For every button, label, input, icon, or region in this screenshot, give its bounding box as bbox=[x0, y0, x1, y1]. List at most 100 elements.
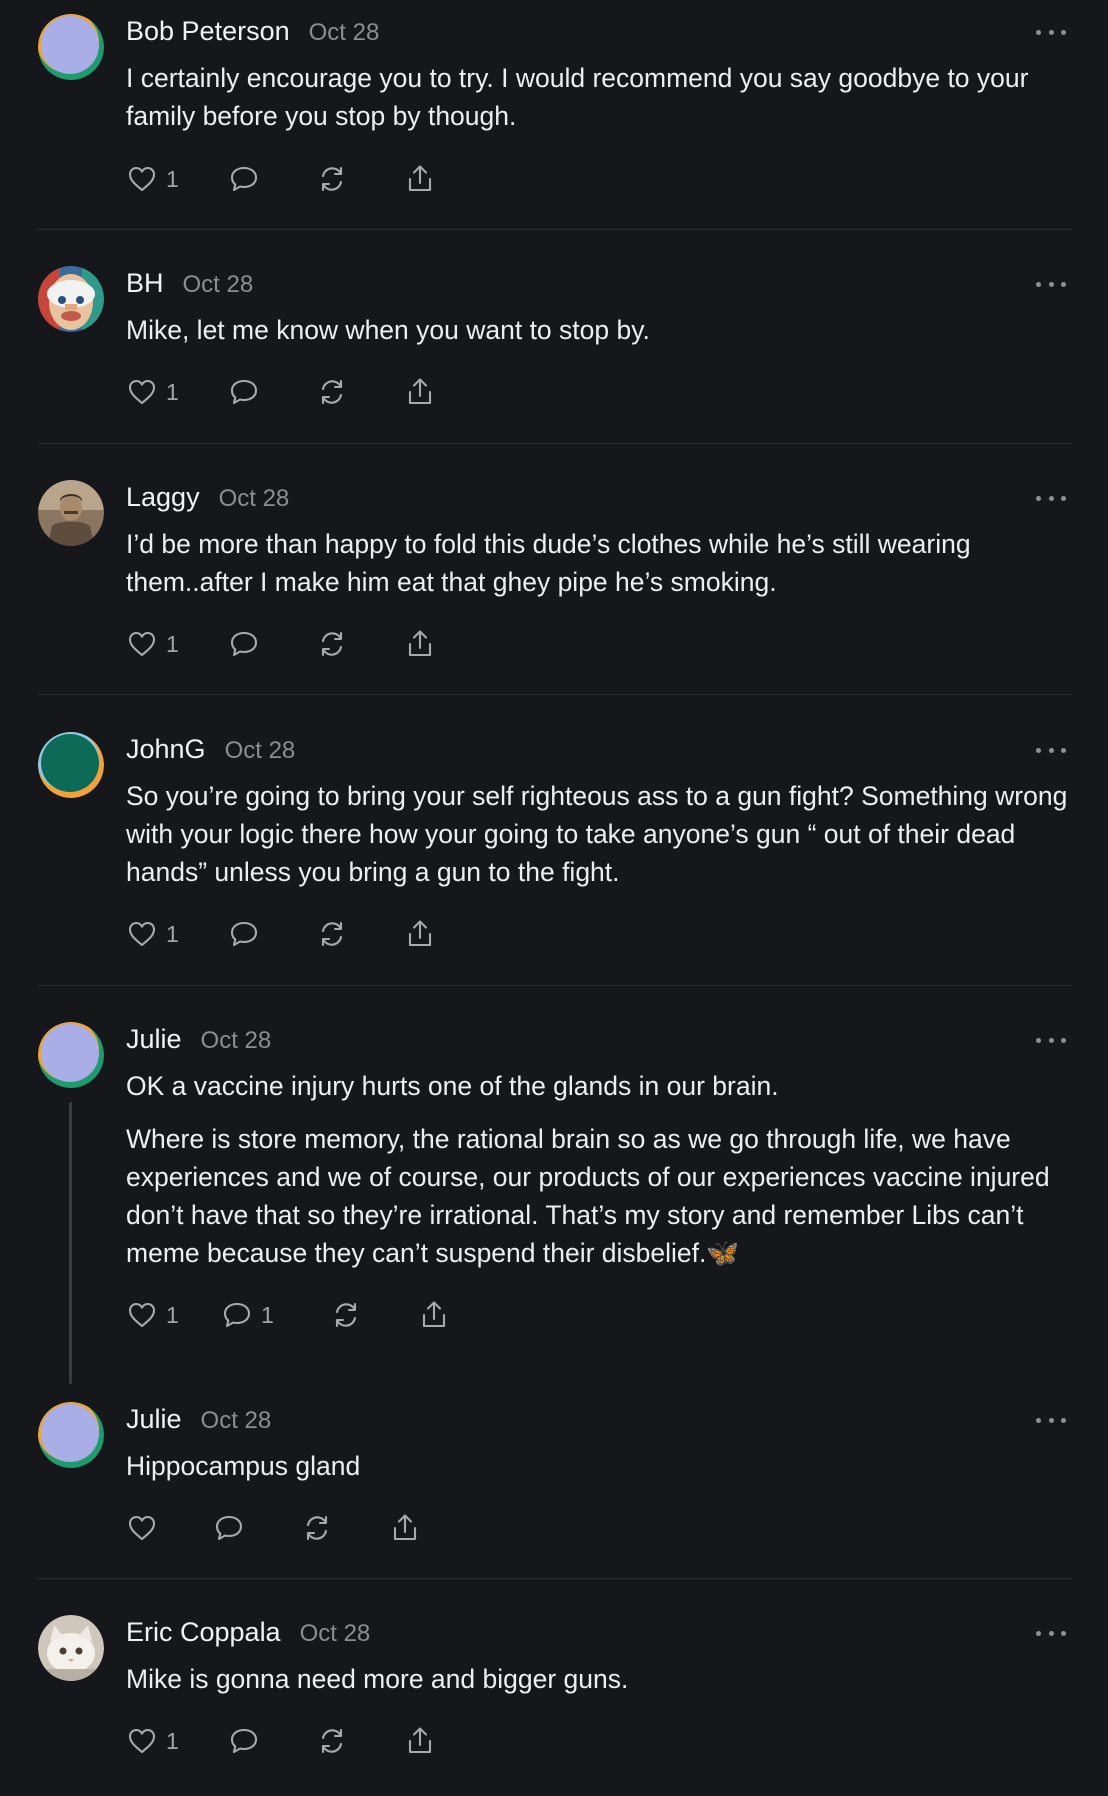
restack-button[interactable] bbox=[316, 162, 348, 196]
restack-icon bbox=[321, 166, 343, 192]
like-button[interactable]: 1 bbox=[126, 1298, 179, 1332]
author-name[interactable]: Eric Coppala bbox=[126, 1617, 281, 1648]
like-count: 1 bbox=[166, 1727, 179, 1754]
like-button[interactable]: 1 bbox=[126, 375, 179, 409]
reply-button[interactable] bbox=[228, 1724, 260, 1758]
restack-button[interactable] bbox=[316, 375, 348, 409]
comment-body: I’d be more than happy to fold this dude… bbox=[126, 525, 1076, 601]
restack-button[interactable] bbox=[330, 1298, 362, 1332]
more-dots-icon[interactable] bbox=[1036, 492, 1066, 504]
comment-bubble-icon bbox=[230, 921, 258, 947]
comment-text: Where is store memory, the rational brai… bbox=[126, 1124, 1050, 1268]
comment-text: Hippocampus gland bbox=[126, 1451, 361, 1481]
restack-button[interactable] bbox=[301, 1511, 333, 1545]
comment-bubble-icon bbox=[215, 1515, 243, 1541]
like-count: 1 bbox=[166, 165, 179, 192]
comment-text: OK a vaccine injury hurts one of the gla… bbox=[126, 1071, 779, 1101]
share-button[interactable] bbox=[404, 627, 436, 661]
comment-date[interactable]: Oct 28 bbox=[309, 19, 380, 47]
comment-date[interactable]: Oct 28 bbox=[300, 1620, 371, 1648]
more-dots-icon[interactable] bbox=[1036, 26, 1066, 38]
more-dots-icon[interactable] bbox=[1036, 1627, 1066, 1639]
comment-body: Hippocampus gland bbox=[126, 1447, 1076, 1485]
reply-button[interactable]: 1 bbox=[221, 1298, 274, 1332]
like-count: 1 bbox=[166, 920, 179, 947]
share-icon bbox=[393, 1514, 417, 1541]
comment-date[interactable]: Oct 28 bbox=[201, 1027, 272, 1055]
author-name[interactable]: Bob Peterson bbox=[126, 16, 290, 47]
like-button[interactable]: 1 bbox=[126, 1724, 179, 1758]
restack-icon bbox=[335, 1302, 357, 1328]
comment-date[interactable]: Oct 28 bbox=[201, 1407, 272, 1435]
comment-bubble-icon bbox=[230, 1728, 258, 1754]
restack-icon bbox=[321, 379, 343, 405]
comment-date[interactable]: Oct 28 bbox=[183, 271, 254, 299]
divider bbox=[38, 443, 1072, 444]
reply-button[interactable] bbox=[228, 917, 260, 951]
comment-body: OK a vaccine injury hurts one of the gla… bbox=[126, 1067, 1076, 1272]
author-name[interactable]: JohnG bbox=[126, 734, 206, 765]
reply-button[interactable] bbox=[228, 162, 260, 196]
divider bbox=[38, 1578, 1072, 1579]
comment-body: Mike is gonna need more and bigger guns. bbox=[126, 1660, 1076, 1698]
avatar[interactable] bbox=[38, 732, 104, 798]
more-dots-icon[interactable] bbox=[1036, 1414, 1066, 1426]
reply-button[interactable] bbox=[228, 375, 260, 409]
avatar[interactable] bbox=[38, 1402, 104, 1468]
heart-icon bbox=[128, 1515, 156, 1541]
like-count: 1 bbox=[166, 378, 179, 405]
comment-date[interactable]: Oct 28 bbox=[225, 737, 296, 765]
share-icon bbox=[408, 165, 432, 192]
avatar[interactable] bbox=[38, 1022, 104, 1088]
restack-button[interactable] bbox=[316, 627, 348, 661]
comment-text: I certainly encourage you to try. I woul… bbox=[126, 63, 1029, 131]
more-dots-icon[interactable] bbox=[1036, 1034, 1066, 1046]
like-button[interactable] bbox=[126, 1511, 166, 1545]
heart-icon bbox=[128, 631, 156, 657]
share-button[interactable] bbox=[404, 917, 436, 951]
comment-bubble-icon bbox=[223, 1302, 251, 1328]
more-dots-icon[interactable] bbox=[1036, 744, 1066, 756]
comment-text: I’d be more than happy to fold this dude… bbox=[126, 529, 971, 597]
avatar[interactable] bbox=[38, 1615, 104, 1681]
comment-body: So you’re going to bring your self right… bbox=[126, 777, 1076, 891]
share-button[interactable] bbox=[418, 1298, 450, 1332]
comment-bubble-icon bbox=[230, 166, 258, 192]
comment-bubble-icon bbox=[230, 379, 258, 405]
restack-icon bbox=[321, 1728, 343, 1754]
avatar[interactable] bbox=[38, 14, 104, 80]
divider bbox=[38, 694, 1072, 695]
heart-icon bbox=[128, 379, 156, 405]
like-button[interactable]: 1 bbox=[126, 917, 179, 951]
author-name[interactable]: Julie bbox=[126, 1024, 182, 1055]
author-name[interactable]: Julie bbox=[126, 1404, 182, 1435]
heart-icon bbox=[128, 1302, 156, 1328]
share-button[interactable] bbox=[389, 1511, 421, 1545]
reply-count: 1 bbox=[261, 1301, 274, 1328]
heart-icon bbox=[128, 1728, 156, 1754]
reply-button[interactable] bbox=[213, 1511, 245, 1545]
share-button[interactable] bbox=[404, 375, 436, 409]
share-button[interactable] bbox=[404, 162, 436, 196]
restack-icon bbox=[306, 1515, 328, 1541]
avatar[interactable] bbox=[38, 266, 104, 332]
author-name[interactable]: Laggy bbox=[126, 482, 200, 513]
more-dots-icon[interactable] bbox=[1036, 278, 1066, 290]
thread-line bbox=[69, 1102, 72, 1384]
like-button[interactable]: 1 bbox=[126, 627, 179, 661]
share-button[interactable] bbox=[404, 1724, 436, 1758]
comment-body: I certainly encourage you to try. I woul… bbox=[126, 59, 1076, 135]
divider bbox=[38, 229, 1072, 230]
comment-text: So you’re going to bring your self right… bbox=[126, 781, 1068, 887]
reply-button[interactable] bbox=[228, 627, 260, 661]
comment-bubble-icon bbox=[230, 631, 258, 657]
like-count: 1 bbox=[166, 1301, 179, 1328]
like-button[interactable]: 1 bbox=[126, 162, 179, 196]
author-name[interactable]: BH bbox=[126, 268, 164, 299]
comment-body: Mike, let me know when you want to stop … bbox=[126, 311, 1076, 349]
comment-date[interactable]: Oct 28 bbox=[219, 485, 290, 513]
restack-button[interactable] bbox=[316, 917, 348, 951]
restack-button[interactable] bbox=[316, 1724, 348, 1758]
share-icon bbox=[408, 630, 432, 657]
avatar[interactable] bbox=[38, 480, 104, 546]
